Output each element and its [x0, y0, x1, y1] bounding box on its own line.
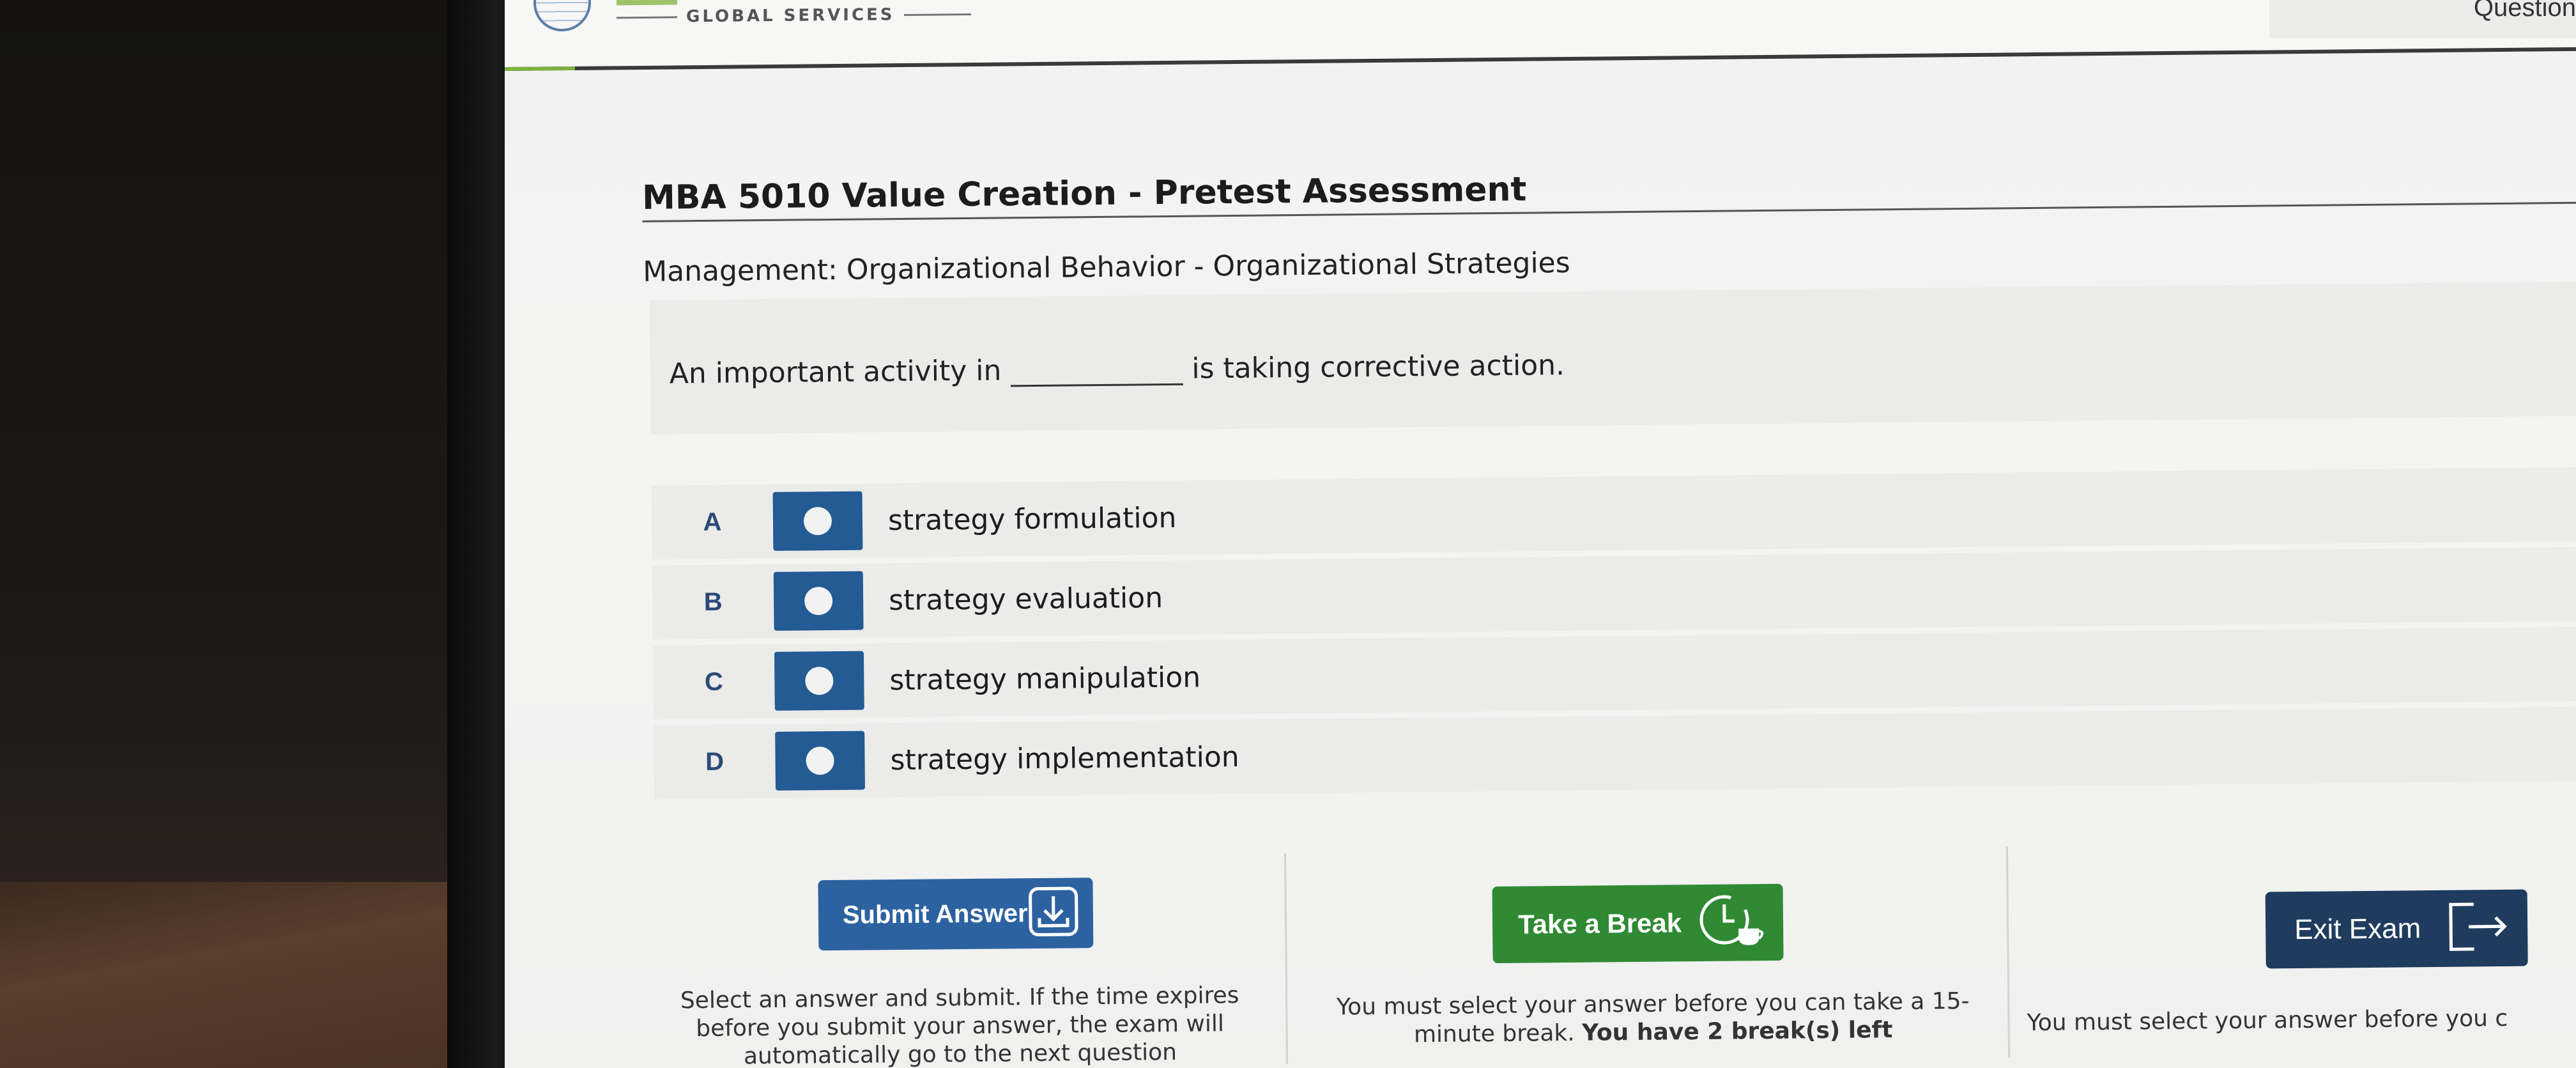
take-break-label: Take a Break — [1517, 908, 1682, 940]
option-text: strategy implementation — [890, 740, 1239, 777]
option-b-radio[interactable] — [773, 571, 864, 631]
option-c-radio[interactable] — [774, 651, 864, 711]
option-d-radio[interactable] — [775, 731, 865, 791]
submit-answer-button[interactable]: Submit Answer — [818, 878, 1094, 951]
exit-help-text: You must select your answer before you c — [2027, 1005, 2508, 1037]
exit-exam-button[interactable]: Exit Exam — [2265, 889, 2528, 969]
desk-surface — [0, 882, 486, 1068]
option-letter: A — [703, 507, 722, 536]
answer-option-b[interactable]: B strategy evaluation — [652, 546, 2576, 640]
answer-blank — [1010, 355, 1183, 387]
action-divider-1 — [1284, 853, 1289, 1065]
answer-option-d[interactable]: D strategy implementation — [654, 706, 2576, 800]
exam-subtitle: Management: Organizational Behavior - Or… — [642, 246, 1570, 288]
submit-help-text: Select an answer and submit. If the time… — [680, 982, 1239, 1068]
option-letter: D — [705, 747, 724, 776]
exam-screen: GLOBAL SERVICES Question MBA 5010 Value … — [505, 0, 2576, 1068]
option-letter: C — [704, 667, 724, 696]
exam-title: MBA 5010 Value Creation - Pretest Assess… — [641, 170, 1527, 217]
submit-answer-label: Submit Answer — [842, 899, 1028, 929]
exit-door-icon — [2443, 897, 2514, 959]
radio-dot-icon — [803, 507, 832, 536]
radio-dot-icon — [804, 587, 833, 615]
answer-option-c[interactable]: C strategy manipulation — [652, 626, 2576, 720]
clock-coffee-icon — [1692, 888, 1770, 956]
take-break-button[interactable]: Take a Break — [1492, 883, 1784, 964]
question-after-blank: is taking corrective action. — [1192, 349, 1565, 385]
break-count-text: You have 2 break(s) left — [1581, 1017, 1893, 1046]
download-arrow-icon — [1027, 886, 1079, 941]
question-before-blank: An important activity in — [669, 354, 1002, 391]
radio-dot-icon — [805, 667, 834, 695]
break-help-text: You must select your answer before you c… — [1298, 987, 2008, 1050]
answer-options: A strategy formulation B strategy evalua… — [651, 466, 2576, 805]
exam-content: MBA 5010 Value Creation - Pretest Assess… — [505, 0, 2576, 1068]
radio-dot-icon — [806, 747, 834, 775]
answer-option-a[interactable]: A strategy formulation — [651, 466, 2576, 560]
action-dividers — [505, 0, 2574, 1065]
option-letter: B — [703, 587, 723, 616]
option-text: strategy evaluation — [888, 581, 1163, 617]
option-text: strategy formulation — [887, 501, 1177, 537]
exit-exam-label: Exit Exam — [2294, 913, 2421, 946]
option-a-radio[interactable] — [772, 491, 863, 551]
option-text: strategy manipulation — [889, 661, 1201, 697]
